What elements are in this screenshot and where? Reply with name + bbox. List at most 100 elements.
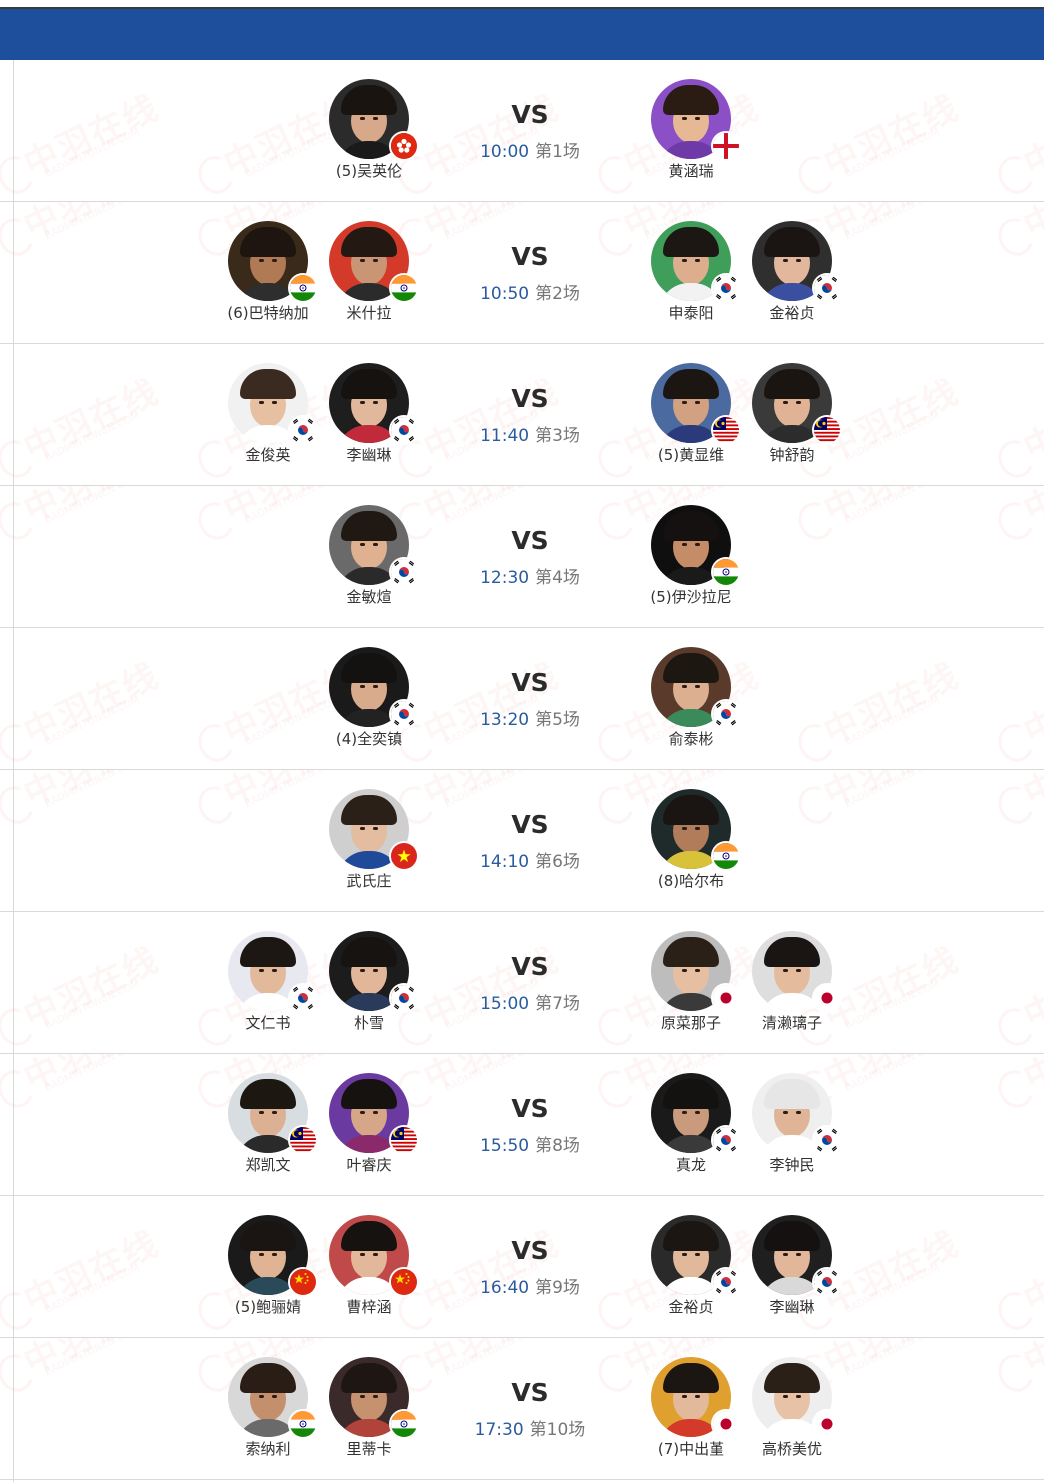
vs-label: VS [511, 810, 549, 839]
player-name[interactable]: (5)伊沙拉尼 [631, 586, 751, 607]
player-card[interactable]: (5)吴英伦 [309, 79, 429, 189]
player-card[interactable]: 米什拉 [309, 221, 429, 331]
match-number: 第1场 [535, 142, 580, 162]
player-name[interactable]: 钟舒韵 [732, 444, 852, 465]
vs-label: VS [511, 1378, 549, 1407]
watermark: 中羽在线BADMINTONCN.COM [985, 202, 1044, 265]
match-info: 11:40 第3场 [455, 421, 605, 446]
india-flag-icon [711, 557, 741, 587]
match-row[interactable]: 中羽在线BADMINTONCN.COM中羽在线BADMINTONCN.COM中羽… [0, 1054, 1044, 1196]
player-name[interactable]: 李幽琳 [309, 444, 429, 465]
player-name[interactable]: (8)哈尔布 [631, 870, 751, 891]
player-card[interactable]: 武氏庄 [309, 789, 429, 899]
player-name[interactable]: (4)全奕镇 [309, 728, 429, 749]
player-name[interactable]: 李钟民 [732, 1154, 852, 1175]
watermark: 中羽在线BADMINTONCN.COM [0, 1217, 165, 1337]
vs-label: VS [511, 1236, 549, 1265]
watermark: 中羽在线BADMINTONCN.COM [985, 365, 1044, 485]
match-number: 第3场 [535, 426, 580, 446]
malaysia-flag-icon [389, 1125, 419, 1155]
korea-flag-icon [389, 983, 419, 1013]
player-card[interactable]: (5)伊沙拉尼 [631, 505, 751, 615]
korea-flag-icon [389, 699, 419, 729]
player-name[interactable]: (5)吴英伦 [309, 160, 429, 181]
watermark: 中羽在线BADMINTONCN.COM [785, 486, 965, 549]
watermark: 中羽在线BADMINTONCN.COM [985, 81, 1044, 201]
player-card[interactable]: 黄涵瑞 [631, 79, 751, 189]
malaysia-flag-icon [812, 415, 842, 445]
player-name[interactable]: 米什拉 [309, 302, 429, 323]
watermark: 中羽在线BADMINTONCN.COM [985, 1054, 1044, 1117]
match-row[interactable]: 中羽在线BADMINTONCN.COM中羽在线BADMINTONCN.COM中羽… [0, 486, 1044, 628]
vs-label: VS [511, 242, 549, 271]
vietnam-flag-icon [389, 841, 419, 871]
match-time: 15:50 [480, 1136, 530, 1156]
watermark: 中羽在线BADMINTONCN.COM [785, 649, 965, 769]
player-name[interactable]: 叶睿庆 [309, 1154, 429, 1175]
player-card[interactable]: (8)哈尔布 [631, 789, 751, 899]
watermark: 中羽在线BADMINTONCN.COM [0, 649, 165, 769]
player-name[interactable]: 朴雪 [309, 1012, 429, 1033]
player-name[interactable]: 曹梓涵 [309, 1296, 429, 1317]
player-name[interactable]: 金敏煊 [309, 586, 429, 607]
watermark: 中羽在线BADMINTONCN.COM [985, 1338, 1044, 1401]
player-name[interactable]: 俞泰彬 [631, 728, 751, 749]
match-info: 13:20 第5场 [455, 705, 605, 730]
top-border [0, 0, 1044, 9]
match-row[interactable]: 中羽在线BADMINTONCN.COM中羽在线BADMINTONCN.COM中羽… [0, 1196, 1044, 1338]
match-row[interactable]: 中羽在线BADMINTONCN.COM中羽在线BADMINTONCN.COM中羽… [0, 60, 1044, 202]
match-time: 13:20 [480, 710, 530, 730]
watermark: 中羽在线BADMINTONCN.COM [0, 81, 165, 201]
player-card[interactable]: 俞泰彬 [631, 647, 751, 757]
match-row[interactable]: 中羽在线BADMINTONCN.COM中羽在线BADMINTONCN.COM中羽… [0, 1338, 1044, 1480]
player-name[interactable]: 武氏庄 [309, 870, 429, 891]
match-number: 第5场 [535, 710, 580, 730]
watermark: 中羽在线BADMINTONCN.COM [0, 933, 165, 1053]
match-row[interactable]: 中羽在线BADMINTONCN.COM中羽在线BADMINTONCN.COM中羽… [0, 912, 1044, 1054]
player-card[interactable]: 朴雪 [309, 931, 429, 1041]
player-name[interactable]: 黄涵瑞 [631, 160, 751, 181]
player-card[interactable]: 李幽琳 [309, 363, 429, 473]
match-row[interactable]: 中羽在线BADMINTONCN.COM中羽在线BADMINTONCN.COM中羽… [0, 202, 1044, 344]
watermark: 中羽在线BADMINTONCN.COM [985, 649, 1044, 769]
watermark: 中羽在线BADMINTONCN.COM [0, 486, 165, 549]
player-card[interactable]: 曹梓涵 [309, 1215, 429, 1325]
match-number: 第6场 [535, 852, 580, 872]
korea-flag-icon [711, 699, 741, 729]
player-card[interactable]: 金敏煊 [309, 505, 429, 615]
vs-label: VS [511, 668, 549, 697]
player-name[interactable]: 金裕贞 [732, 302, 852, 323]
player-card[interactable]: 金裕贞 [732, 221, 852, 331]
match-row[interactable]: 中羽在线BADMINTONCN.COM中羽在线BADMINTONCN.COM中羽… [0, 344, 1044, 486]
match-row[interactable]: 中羽在线BADMINTONCN.COM中羽在线BADMINTONCN.COM中羽… [0, 628, 1044, 770]
player-card[interactable]: 叶睿庆 [309, 1073, 429, 1183]
match-time: 11:40 [480, 426, 530, 446]
player-name[interactable]: 高桥美优 [732, 1438, 852, 1459]
china-flag-icon [389, 1267, 419, 1297]
match-time: 10:00 [480, 142, 530, 162]
match-row[interactable]: 中羽在线BADMINTONCN.COM中羽在线BADMINTONCN.COM中羽… [0, 770, 1044, 912]
match-time: 17:30 [474, 1420, 524, 1440]
korea-flag-icon [389, 415, 419, 445]
watermark: 中羽在线BADMINTONCN.COM [985, 933, 1044, 1053]
player-card[interactable]: 李幽琳 [732, 1215, 852, 1325]
vs-label: VS [511, 952, 549, 981]
vs-label: VS [511, 384, 549, 413]
player-card[interactable]: 高桥美优 [732, 1357, 852, 1467]
player-card[interactable]: 李钟民 [732, 1073, 852, 1183]
england-flag-icon [711, 131, 741, 161]
player-name[interactable]: 里蒂卡 [309, 1438, 429, 1459]
india-flag-icon [389, 273, 419, 303]
player-card[interactable]: 里蒂卡 [309, 1357, 429, 1467]
player-name[interactable]: 李幽琳 [732, 1296, 852, 1317]
player-card[interactable]: 清濑璃子 [732, 931, 852, 1041]
japan-flag-icon [812, 1409, 842, 1439]
match-number: 第8场 [535, 1136, 580, 1156]
vs-label: VS [511, 1094, 549, 1123]
player-card[interactable]: 钟舒韵 [732, 363, 852, 473]
player-card[interactable]: (4)全奕镇 [309, 647, 429, 757]
watermark: 中羽在线BADMINTONCN.COM [785, 81, 965, 201]
match-info: 12:30 第4场 [455, 563, 605, 588]
player-name[interactable]: 清濑璃子 [732, 1012, 852, 1033]
match-number: 第2场 [535, 284, 580, 304]
